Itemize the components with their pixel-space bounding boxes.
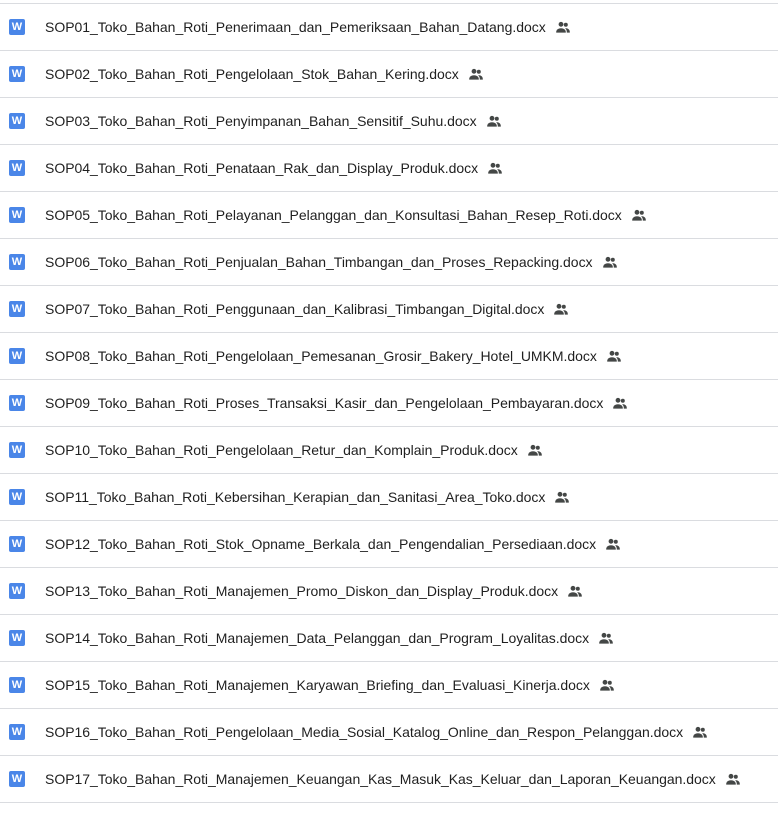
file-row-12[interactable]: W SOP12_Toko_Bahan_Roti_Stok_Opname_Berk… <box>0 521 778 568</box>
people-icon <box>602 254 618 270</box>
people-icon <box>554 489 570 505</box>
word-doc-icon: W <box>9 771 25 787</box>
people-icon <box>605 536 621 552</box>
people-icon <box>692 724 708 740</box>
file-name[interactable]: SOP15_Toko_Bahan_Roti_Manajemen_Karyawan… <box>45 677 590 693</box>
file-name[interactable]: SOP14_Toko_Bahan_Roti_Manajemen_Data_Pel… <box>45 630 589 646</box>
word-doc-icon: W <box>9 442 25 458</box>
file-row-16[interactable]: W SOP16_Toko_Bahan_Roti_Pengelolaan_Medi… <box>0 709 778 756</box>
file-name[interactable]: SOP09_Toko_Bahan_Roti_Proses_Transaksi_K… <box>45 395 603 411</box>
people-icon <box>612 395 628 411</box>
word-doc-icon: W <box>9 113 25 129</box>
file-list: W SOP01_Toko_Bahan_Roti_Penerimaan_dan_P… <box>0 3 778 803</box>
file-name[interactable]: SOP03_Toko_Bahan_Roti_Penyimpanan_Bahan_… <box>45 113 477 129</box>
people-icon <box>555 19 571 35</box>
word-doc-icon: W <box>9 677 25 693</box>
file-row-14[interactable]: W SOP14_Toko_Bahan_Roti_Manajemen_Data_P… <box>0 615 778 662</box>
people-icon <box>567 583 583 599</box>
file-row-07[interactable]: W SOP07_Toko_Bahan_Roti_Penggunaan_dan_K… <box>0 286 778 333</box>
file-row-08[interactable]: W SOP08_Toko_Bahan_Roti_Pengelolaan_Peme… <box>0 333 778 380</box>
people-icon <box>468 66 484 82</box>
people-icon <box>606 348 622 364</box>
word-doc-icon: W <box>9 630 25 646</box>
file-name[interactable]: SOP11_Toko_Bahan_Roti_Kebersihan_Kerapia… <box>45 489 545 505</box>
word-doc-icon: W <box>9 536 25 552</box>
people-icon <box>599 677 615 693</box>
people-icon <box>598 630 614 646</box>
file-row-02[interactable]: W SOP02_Toko_Bahan_Roti_Pengelolaan_Stok… <box>0 51 778 98</box>
file-row-10[interactable]: W SOP10_Toko_Bahan_Roti_Pengelolaan_Retu… <box>0 427 778 474</box>
file-row-17[interactable]: W SOP17_Toko_Bahan_Roti_Manajemen_Keuang… <box>0 756 778 803</box>
people-icon <box>487 160 503 176</box>
file-name[interactable]: SOP02_Toko_Bahan_Roti_Pengelolaan_Stok_B… <box>45 66 459 82</box>
file-name[interactable]: SOP13_Toko_Bahan_Roti_Manajemen_Promo_Di… <box>45 583 558 599</box>
word-doc-icon: W <box>9 66 25 82</box>
file-row-03[interactable]: W SOP03_Toko_Bahan_Roti_Penyimpanan_Baha… <box>0 98 778 145</box>
file-name[interactable]: SOP06_Toko_Bahan_Roti_Penjualan_Bahan_Ti… <box>45 254 593 270</box>
file-name[interactable]: SOP10_Toko_Bahan_Roti_Pengelolaan_Retur_… <box>45 442 518 458</box>
word-doc-icon: W <box>9 395 25 411</box>
file-name[interactable]: SOP12_Toko_Bahan_Roti_Stok_Opname_Berkal… <box>45 536 596 552</box>
file-row-13[interactable]: W SOP13_Toko_Bahan_Roti_Manajemen_Promo_… <box>0 568 778 615</box>
word-doc-icon: W <box>9 301 25 317</box>
people-icon <box>725 771 741 787</box>
file-name[interactable]: SOP16_Toko_Bahan_Roti_Pengelolaan_Media_… <box>45 724 683 740</box>
file-name[interactable]: SOP01_Toko_Bahan_Roti_Penerimaan_dan_Pem… <box>45 19 546 35</box>
word-doc-icon: W <box>9 160 25 176</box>
file-row-05[interactable]: W SOP05_Toko_Bahan_Roti_Pelayanan_Pelang… <box>0 192 778 239</box>
word-doc-icon: W <box>9 254 25 270</box>
people-icon <box>553 301 569 317</box>
file-name[interactable]: SOP04_Toko_Bahan_Roti_Penataan_Rak_dan_D… <box>45 160 478 176</box>
word-doc-icon: W <box>9 489 25 505</box>
file-row-11[interactable]: W SOP11_Toko_Bahan_Roti_Kebersihan_Kerap… <box>0 474 778 521</box>
word-doc-icon: W <box>9 583 25 599</box>
word-doc-icon: W <box>9 207 25 223</box>
word-doc-icon: W <box>9 724 25 740</box>
file-row-15[interactable]: W SOP15_Toko_Bahan_Roti_Manajemen_Karyaw… <box>0 662 778 709</box>
file-name[interactable]: SOP08_Toko_Bahan_Roti_Pengelolaan_Pemesa… <box>45 348 597 364</box>
file-name[interactable]: SOP07_Toko_Bahan_Roti_Penggunaan_dan_Kal… <box>45 301 544 317</box>
file-row-09[interactable]: W SOP09_Toko_Bahan_Roti_Proses_Transaksi… <box>0 380 778 427</box>
file-row-01[interactable]: W SOP01_Toko_Bahan_Roti_Penerimaan_dan_P… <box>0 4 778 51</box>
file-row-06[interactable]: W SOP06_Toko_Bahan_Roti_Penjualan_Bahan_… <box>0 239 778 286</box>
people-icon <box>631 207 647 223</box>
people-icon <box>486 113 502 129</box>
file-name[interactable]: SOP17_Toko_Bahan_Roti_Manajemen_Keuangan… <box>45 771 716 787</box>
word-doc-icon: W <box>9 19 25 35</box>
file-row-04[interactable]: W SOP04_Toko_Bahan_Roti_Penataan_Rak_dan… <box>0 145 778 192</box>
word-doc-icon: W <box>9 348 25 364</box>
people-icon <box>527 442 543 458</box>
file-name[interactable]: SOP05_Toko_Bahan_Roti_Pelayanan_Pelangga… <box>45 207 622 223</box>
